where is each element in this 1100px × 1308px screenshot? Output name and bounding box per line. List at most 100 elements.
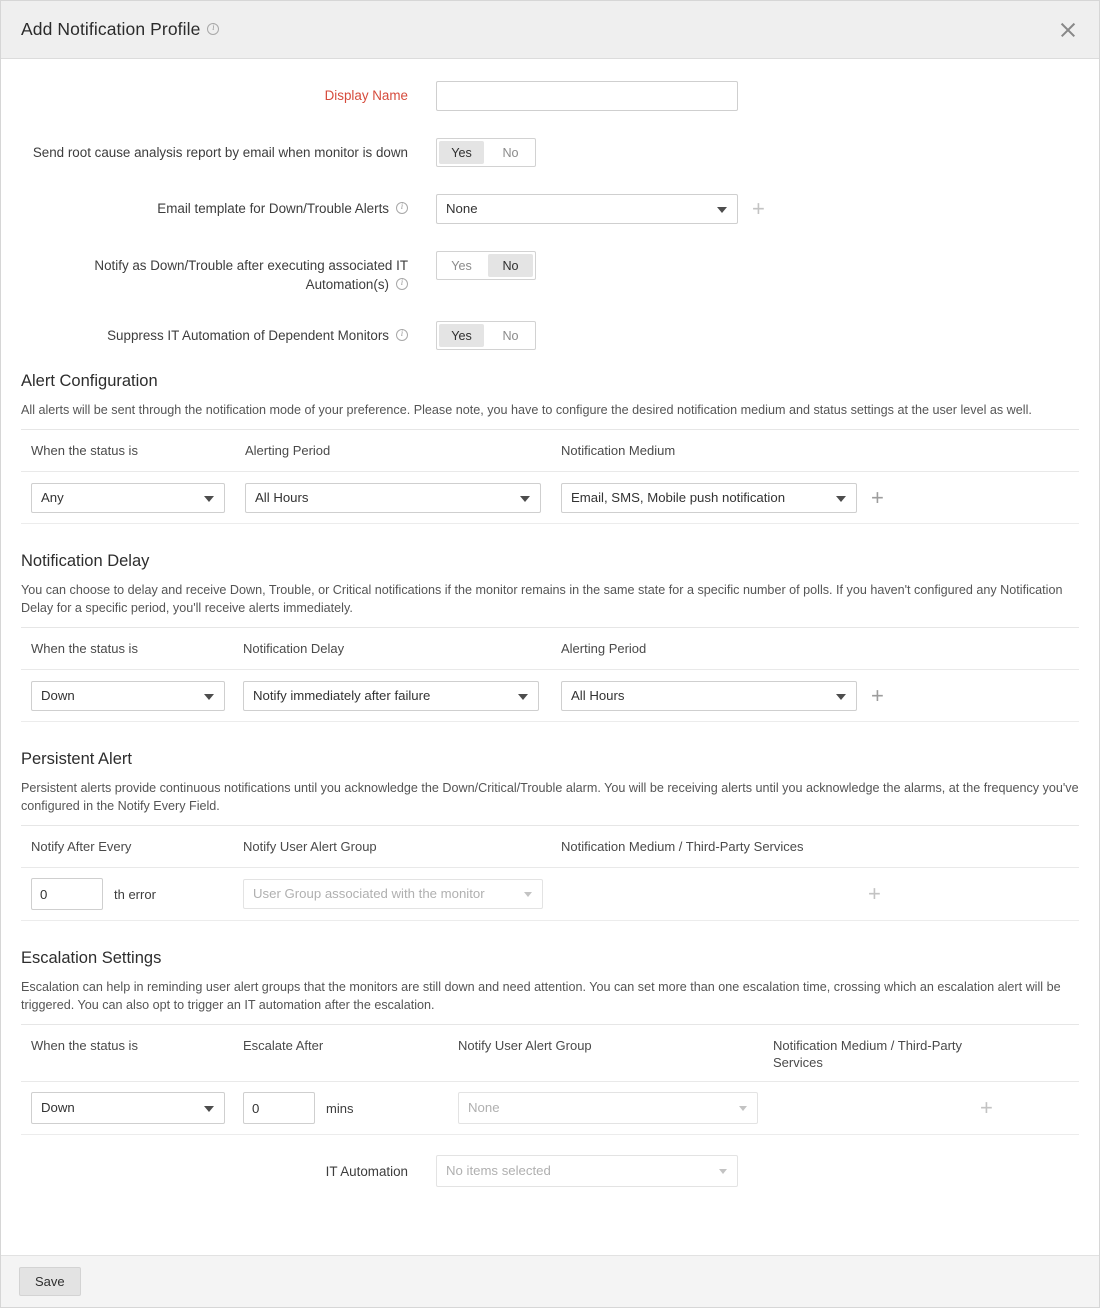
info-icon[interactable] [396, 200, 408, 215]
cell-notification-medium-third-party: + [773, 1097, 1069, 1119]
persistent-alert-description: Persistent alerts provide continuous not… [21, 781, 1079, 813]
column-header-status: When the status is [31, 443, 138, 458]
save-button[interactable]: Save [19, 1267, 81, 1296]
delay-value-select[interactable]: Notify immediately after failure [243, 680, 539, 711]
notify-after-automation-control: Yes No [436, 251, 1079, 280]
notify-after-automation-no-option[interactable]: No [488, 254, 533, 277]
column-header-status: When the status is [31, 641, 138, 656]
column-header-alerting-period: Alerting Period [245, 443, 331, 458]
dialog-body: Display Name Send root cause analysis re… [1, 59, 1099, 1255]
dialog-header: Add Notification Profile [1, 1, 1099, 59]
it-automation-label: IT Automation [325, 1163, 408, 1179]
email-template-label-text: Email template for Down/Trouble Alerts [157, 201, 389, 216]
suppress-automation-no-option[interactable]: No [488, 324, 533, 347]
add-email-template-button[interactable]: + [752, 198, 765, 220]
table-header-row: Notify After Every Notify User Alert Gro… [21, 826, 1079, 868]
cell-status: Down [31, 1092, 243, 1124]
escalation-user-group-placeholder: None [468, 1100, 500, 1115]
cell-notify-after-every: th error [31, 878, 243, 910]
add-persistent-alert-row-button[interactable]: + [868, 883, 881, 905]
notify-after-every-unit: th error [114, 886, 156, 902]
it-automation-select[interactable]: No items selected [436, 1155, 738, 1187]
alert-notification-medium-value: Email, SMS, Mobile push notification [571, 489, 786, 505]
notification-delay-description: You can choose to delay and receive Down… [21, 583, 1063, 615]
column-header-escalate-after: Escalate After [243, 1038, 324, 1053]
add-escalation-row-button[interactable]: + [980, 1097, 993, 1119]
column-header-notify-after-every: Notify After Every [31, 839, 132, 854]
table-row: Any All Hours Email, SMS, Mobile push no… [21, 472, 1079, 524]
persistent-alert-title: Persistent Alert [21, 750, 132, 768]
alert-configuration-table: When the status is Alerting Period Notif… [21, 429, 1079, 524]
display-name-input[interactable] [436, 81, 738, 111]
delay-alerting-period-select[interactable]: All Hours [561, 680, 857, 711]
add-alert-configuration-row-button[interactable]: + [871, 486, 884, 509]
notify-after-automation-yes-option[interactable]: Yes [439, 254, 484, 277]
escalation-status-select[interactable]: Down [31, 1092, 225, 1124]
notification-delay-table: When the status is Notification Delay Al… [21, 627, 1079, 722]
table-row: Down mins None [21, 1082, 1079, 1135]
close-icon[interactable] [1055, 17, 1081, 43]
alert-status-value: Any [41, 489, 64, 505]
notify-after-automation-label-text: Notify as Down/Trouble after executing a… [94, 258, 408, 292]
display-name-label: Display Name [324, 88, 408, 103]
rca-email-toggle[interactable]: Yes No [436, 138, 536, 167]
rca-email-yes-option[interactable]: Yes [439, 141, 484, 164]
alert-configuration-section: Alert Configuration All alerts will be s… [1, 372, 1099, 524]
suppress-automation-yes-option[interactable]: Yes [439, 324, 484, 347]
column-header-notification-medium-third-party: Notification Medium / Third-Party Servic… [773, 1038, 963, 1070]
alert-configuration-title: Alert Configuration [21, 372, 158, 390]
suppress-automation-toggle[interactable]: Yes No [436, 321, 536, 350]
chevron-down-icon [717, 207, 727, 213]
it-automation-placeholder: No items selected [446, 1163, 551, 1178]
escalation-user-group-select[interactable]: None [458, 1092, 758, 1124]
column-header-notification-medium: Notification Medium [561, 443, 676, 458]
info-icon[interactable] [207, 21, 220, 36]
escalate-after-unit: mins [326, 1100, 354, 1116]
suppress-automation-label: Suppress IT Automation of Dependent Moni… [21, 321, 436, 345]
escalation-status-value: Down [41, 1100, 75, 1115]
alert-alerting-period-select[interactable]: All Hours [245, 482, 541, 513]
info-icon[interactable] [396, 327, 408, 342]
add-notification-delay-row-button[interactable]: + [871, 684, 884, 707]
email-template-control: None + [436, 194, 1079, 224]
escalate-after-input[interactable] [243, 1092, 315, 1124]
notify-after-automation-toggle[interactable]: Yes No [436, 251, 536, 280]
chevron-down-icon [204, 1106, 214, 1112]
delay-status-value: Down [41, 687, 75, 703]
delay-alerting-period-value: All Hours [571, 687, 625, 703]
rca-email-label: Send root cause analysis report by email… [32, 145, 408, 160]
rca-email-control: Yes No [436, 138, 1079, 167]
notify-after-every-input[interactable] [31, 878, 103, 910]
table-header-row: When the status is Notification Delay Al… [21, 628, 1079, 670]
alert-notification-medium-select[interactable]: Email, SMS, Mobile push notification [561, 482, 857, 513]
escalation-settings-section: Escalation Settings Escalation can help … [1, 949, 1099, 1191]
persistent-user-group-select[interactable]: User Group associated with the monitor [243, 879, 543, 909]
cell-notification-medium-third-party: + [561, 883, 1069, 905]
persistent-alert-section: Persistent Alert Persistent alerts provi… [1, 750, 1099, 921]
chevron-down-icon [524, 892, 532, 897]
column-header-alerting-period: Alerting Period [561, 641, 647, 656]
delay-status-select[interactable]: Down [31, 680, 225, 711]
chevron-down-icon [518, 693, 528, 700]
cell-notification-medium: Email, SMS, Mobile push notification + [561, 482, 884, 513]
chevron-down-icon [836, 693, 846, 700]
chevron-down-icon [520, 495, 530, 502]
alert-status-select[interactable]: Any [31, 482, 225, 513]
alert-configuration-description: All alerts will be sent through the noti… [21, 403, 1032, 417]
general-settings-form: Display Name Send root cause analysis re… [1, 59, 1099, 350]
cell-notify-user-alert-group: None [458, 1092, 773, 1124]
email-template-select[interactable]: None [436, 194, 738, 224]
cell-alerting-period: All Hours [245, 482, 561, 513]
persistent-user-group-placeholder: User Group associated with the monitor [253, 886, 485, 901]
dialog-footer: Save [1, 1255, 1099, 1307]
cell-alerting-period: All Hours + [561, 680, 884, 711]
page-title: Add Notification Profile [21, 19, 220, 40]
info-icon[interactable] [396, 276, 408, 291]
field-display-name: Display Name [21, 81, 1079, 111]
chevron-down-icon [719, 1169, 727, 1174]
notification-delay-title: Notification Delay [21, 552, 150, 570]
table-header-row: When the status is Alerting Period Notif… [21, 430, 1079, 472]
field-email-template: Email template for Down/Trouble Alerts N… [21, 194, 1079, 224]
it-automation-control: No items selected [436, 1155, 738, 1187]
rca-email-no-option[interactable]: No [488, 141, 533, 164]
